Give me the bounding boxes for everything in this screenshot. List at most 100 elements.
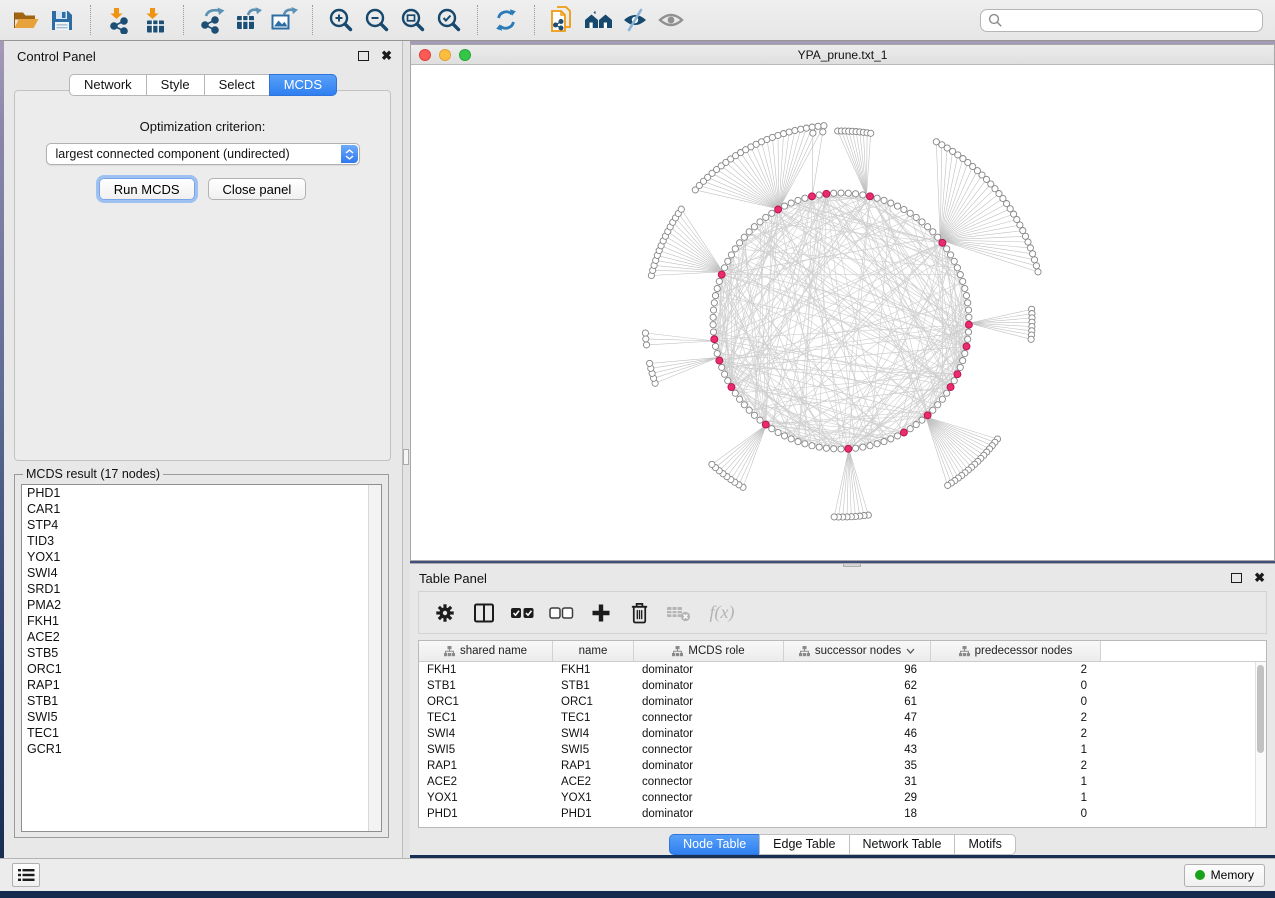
tab-network[interactable]: Network — [69, 74, 147, 96]
close-panel-button[interactable]: Close panel — [208, 178, 307, 200]
refresh-button[interactable] — [488, 3, 524, 37]
table-cell[interactable]: YOX1 — [553, 790, 634, 806]
mcds-node-item[interactable]: STP4 — [22, 517, 381, 533]
vertical-splitter[interactable] — [403, 41, 410, 858]
show-hide-panels-button[interactable] — [12, 863, 40, 887]
mcds-node-item[interactable]: TEC1 — [22, 725, 381, 741]
table-row[interactable]: SWI5SWI5connector431 — [419, 742, 1266, 758]
mcds-node-item[interactable]: SWI5 — [22, 709, 381, 725]
mcds-node-item[interactable]: TID3 — [22, 533, 381, 549]
float-panel-icon[interactable] — [358, 51, 369, 61]
table-cell[interactable]: ACE2 — [419, 774, 553, 790]
export-network-button[interactable] — [194, 3, 230, 37]
select-all-button[interactable] — [510, 599, 535, 627]
mcds-node-item[interactable]: STB1 — [22, 693, 381, 709]
close-panel-icon[interactable]: ✖ — [381, 51, 392, 61]
mcds-node-item[interactable]: ORC1 — [22, 661, 381, 677]
first-neighbors-button[interactable] — [581, 3, 617, 37]
mcds-node-item[interactable]: YOX1 — [22, 549, 381, 565]
table-cell[interactable]: 0 — [931, 678, 1101, 694]
table-cell[interactable]: ORC1 — [419, 694, 553, 710]
table-cell[interactable]: dominator — [634, 662, 784, 678]
column-header-shared-name[interactable]: shared name — [419, 641, 553, 661]
table-cell[interactable]: 2 — [931, 710, 1101, 726]
run-mcds-button[interactable]: Run MCDS — [99, 178, 195, 200]
table-cell[interactable]: 31 — [784, 774, 931, 790]
import-table-button[interactable] — [137, 3, 173, 37]
mcds-node-item[interactable]: FKH1 — [22, 613, 381, 629]
table-cell[interactable]: 1 — [931, 742, 1101, 758]
table-row[interactable]: ORC1ORC1dominator610 — [419, 694, 1266, 710]
hide-selected-button[interactable] — [617, 3, 653, 37]
table-cell[interactable]: SWI4 — [419, 726, 553, 742]
table-cell[interactable]: 43 — [784, 742, 931, 758]
tab-node-table[interactable]: Node Table — [669, 834, 760, 855]
table-row[interactable]: YOX1YOX1connector291 — [419, 790, 1266, 806]
table-cell[interactable]: PHD1 — [553, 806, 634, 822]
table-cell[interactable]: TEC1 — [553, 710, 634, 726]
table-row[interactable]: PHD1PHD1dominator180 — [419, 806, 1266, 822]
table-cell[interactable]: FKH1 — [419, 662, 553, 678]
table-cell[interactable]: YOX1 — [419, 790, 553, 806]
table-cell[interactable]: dominator — [634, 726, 784, 742]
table-cell[interactable]: RAP1 — [553, 758, 634, 774]
table-row[interactable]: SWI4SWI4dominator462 — [419, 726, 1266, 742]
table-cell[interactable]: 2 — [931, 758, 1101, 774]
table-row[interactable]: RAP1RAP1dominator352 — [419, 758, 1266, 774]
float-panel-icon[interactable] — [1231, 573, 1242, 583]
zoom-in-button[interactable] — [323, 3, 359, 37]
table-cell[interactable]: STB1 — [419, 678, 553, 694]
table-cell[interactable]: ACE2 — [553, 774, 634, 790]
table-cell[interactable]: 29 — [784, 790, 931, 806]
column-header-predecessor-nodes[interactable]: predecessor nodes — [931, 641, 1101, 661]
table-cell[interactable]: FKH1 — [553, 662, 634, 678]
table-cell[interactable]: 0 — [931, 694, 1101, 710]
table-cell[interactable]: 46 — [784, 726, 931, 742]
table-cell[interactable]: TEC1 — [419, 710, 553, 726]
table-cell[interactable]: connector — [634, 742, 784, 758]
table-row[interactable]: STB1STB1dominator620 — [419, 678, 1266, 694]
save-button[interactable] — [44, 3, 80, 37]
zoom-selected-button[interactable] — [431, 3, 467, 37]
table-cell[interactable]: connector — [634, 774, 784, 790]
table-cell[interactable]: 62 — [784, 678, 931, 694]
mcds-node-item[interactable]: PMA2 — [22, 597, 381, 613]
table-cell[interactable]: 35 — [784, 758, 931, 774]
table-cell[interactable]: connector — [634, 790, 784, 806]
mcds-node-item[interactable]: RAP1 — [22, 677, 381, 693]
table-scrollbar[interactable] — [1255, 662, 1266, 827]
table-row[interactable]: TEC1TEC1connector472 — [419, 710, 1266, 726]
table-settings-button[interactable] — [432, 599, 457, 627]
column-header-successor-nodes[interactable]: successor nodes — [784, 641, 931, 661]
table-cell[interactable]: 1 — [931, 790, 1101, 806]
mcds-list-scrollbar[interactable] — [368, 485, 381, 831]
deselect-all-button[interactable] — [549, 599, 574, 627]
table-cell[interactable]: connector — [634, 710, 784, 726]
table-cell[interactable]: 18 — [784, 806, 931, 822]
mcds-node-item[interactable]: CAR1 — [22, 501, 381, 517]
zoom-fit-button[interactable] — [395, 3, 431, 37]
table-cell[interactable]: PHD1 — [419, 806, 553, 822]
table-cell[interactable]: SWI5 — [553, 742, 634, 758]
delete-table-button[interactable] — [666, 599, 691, 627]
show-column-button[interactable] — [471, 599, 496, 627]
tab-network-table[interactable]: Network Table — [849, 834, 956, 855]
mcds-node-item[interactable]: PHD1 — [22, 485, 381, 501]
tab-select[interactable]: Select — [204, 74, 270, 96]
table-scrollbar-thumb[interactable] — [1257, 665, 1264, 753]
export-table-button[interactable] — [230, 3, 266, 37]
tab-mcds[interactable]: MCDS — [269, 74, 337, 96]
table-cell[interactable]: 61 — [784, 694, 931, 710]
table-cell[interactable]: dominator — [634, 806, 784, 822]
splitter-grip[interactable] — [403, 449, 409, 465]
mcds-node-item[interactable]: SWI4 — [22, 565, 381, 581]
open-button[interactable] — [8, 3, 44, 37]
table-cell[interactable]: 2 — [931, 662, 1101, 678]
show-all-button[interactable] — [653, 3, 689, 37]
mcds-node-item[interactable]: SRD1 — [22, 581, 381, 597]
column-header-mcds-role[interactable]: MCDS role — [634, 641, 784, 661]
network-graph[interactable] — [411, 65, 1274, 560]
tab-edge-table[interactable]: Edge Table — [759, 834, 849, 855]
zoom-out-button[interactable] — [359, 3, 395, 37]
table-cell[interactable]: 47 — [784, 710, 931, 726]
